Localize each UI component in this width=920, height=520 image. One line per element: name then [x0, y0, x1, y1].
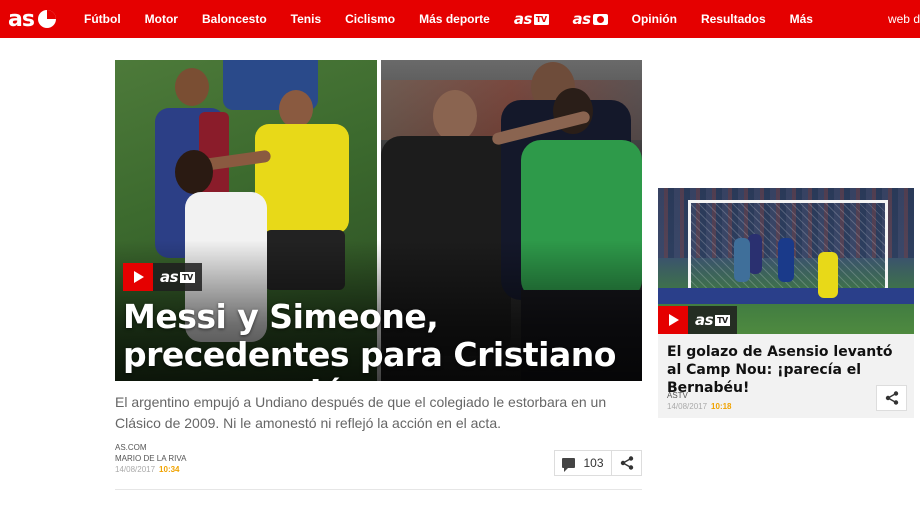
share-icon: [620, 456, 633, 470]
as-logo[interactable]: as: [8, 6, 56, 32]
nav-item-asfoto[interactable]: as: [561, 0, 620, 38]
video-badge[interactable]: as TV: [123, 263, 202, 291]
side-source: ASTV: [667, 391, 688, 400]
side-article-card[interactable]: as TV El golazo de Asensio levantó al Cam…: [658, 188, 914, 418]
nav-item-baloncesto[interactable]: Baloncesto: [190, 0, 279, 38]
side-share-button[interactable]: [876, 385, 907, 411]
side-article-image[interactable]: as TV: [658, 188, 914, 334]
nav-item-futbol[interactable]: Fútbol: [72, 0, 133, 38]
pie-logo-icon: [37, 10, 56, 28]
article-author[interactable]: MARIO DE LA RIVA: [115, 453, 186, 464]
side-time: 10:18: [711, 402, 732, 411]
article-source: AS.COM: [115, 443, 147, 452]
nav-item-mas[interactable]: Más: [778, 0, 825, 38]
top-navigation: as Fútbol Motor Baloncesto Tenis Ciclism…: [0, 0, 920, 38]
nav-item-tenis[interactable]: Tenis: [279, 0, 333, 38]
side-headline[interactable]: El golazo de Asensio levantó al Camp Nou…: [667, 343, 911, 397]
nav-item-ciclismo[interactable]: Ciclismo: [333, 0, 407, 38]
side-date: 14/08/2017: [667, 402, 708, 411]
nav-item-astv[interactable]: as TV: [502, 0, 561, 38]
hero-article-image[interactable]: as TV Messi y Simeone, precedentes para C…: [115, 60, 642, 381]
camera-icon: [592, 13, 608, 25]
nav-item-resultados[interactable]: Resultados: [689, 0, 778, 38]
hero-headline[interactable]: Messi y Simeone, precedentes para Cristi…: [123, 298, 633, 382]
share-icon: [885, 391, 898, 405]
article-meta: AS.COM MARIO DE LA RIVA 14/08/2017 10:34: [115, 442, 186, 475]
nav-item-motor[interactable]: Motor: [133, 0, 190, 38]
article-date: 14/08/2017: [115, 465, 156, 474]
comments-count: 103: [583, 456, 604, 470]
share-button[interactable]: [611, 450, 642, 476]
main-menu: Fútbol Motor Baloncesto Tenis Ciclismo M…: [72, 0, 825, 38]
article-time: 10:34: [159, 465, 180, 474]
side-play-icon: [658, 306, 688, 334]
side-meta: ASTV 14/08/2017 10:18: [667, 390, 732, 412]
comment-icon: [562, 458, 576, 472]
divider: [115, 489, 642, 490]
nav-right-link[interactable]: web d: [888, 0, 920, 38]
comments-button[interactable]: 103: [554, 450, 612, 476]
nav-item-opinion[interactable]: Opinión: [620, 0, 689, 38]
nav-item-mas-deporte[interactable]: Más deporte: [407, 0, 502, 38]
article-summary: El argentino empujó a Undiano después de…: [115, 394, 607, 431]
play-icon: [123, 263, 153, 291]
side-video-badge[interactable]: as TV: [658, 306, 737, 334]
